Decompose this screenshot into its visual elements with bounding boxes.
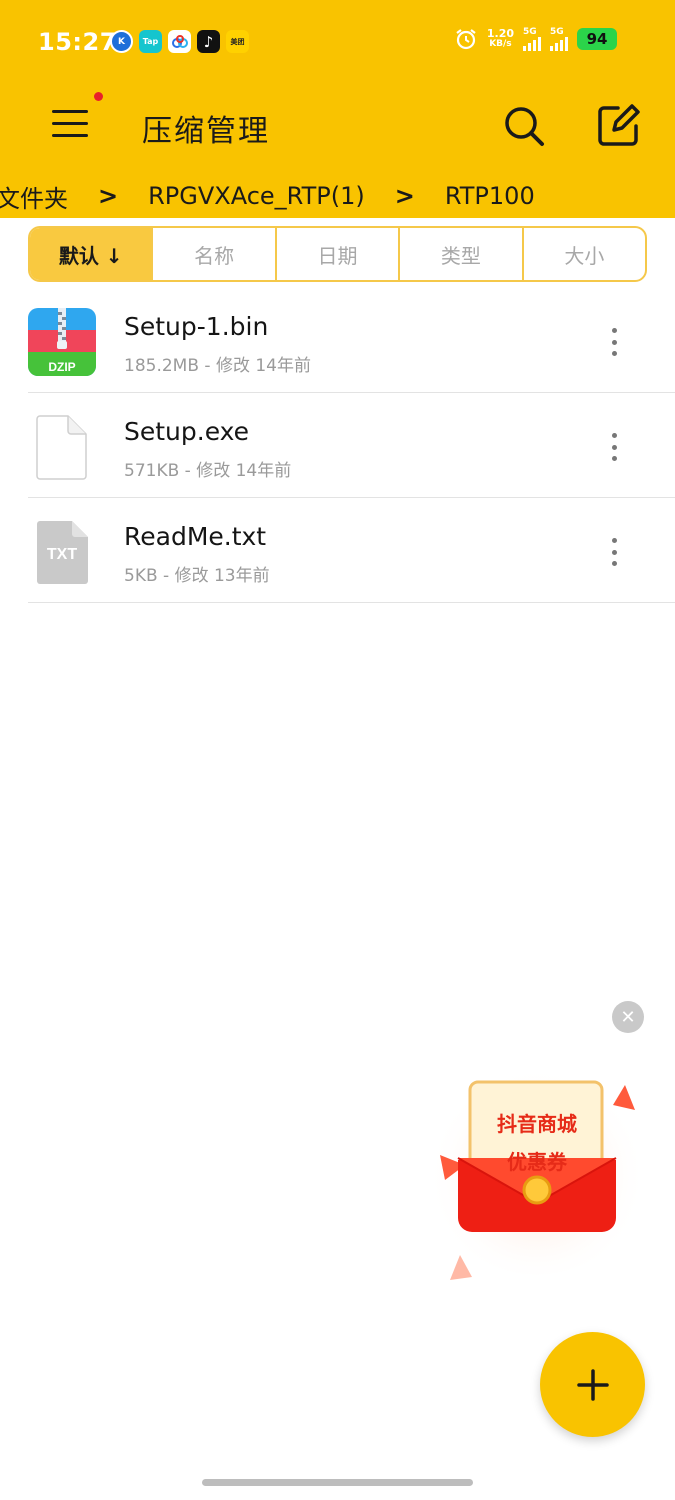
taptap-icon: Tap <box>139 30 162 53</box>
close-icon[interactable]: ✕ <box>612 1001 644 1033</box>
file-meta: 5KB - 修改 13年前 <box>124 566 270 586</box>
notification-dot <box>94 92 103 101</box>
file-meta: 185.2MB - 修改 14年前 <box>124 356 311 376</box>
file-name: ReadMe.txt <box>124 522 267 551</box>
search-button[interactable] <box>500 102 548 150</box>
file-name: Setup.exe <box>124 417 250 446</box>
list-item[interactable]: TXT ReadMe.txt 5KB - 修改 13年前 <box>28 498 675 603</box>
alarm-clock-icon <box>456 29 476 50</box>
file-meta: 571KB - 修改 14年前 <box>124 461 292 481</box>
k-app-label: K <box>118 36 125 47</box>
list-item[interactable]: Setup.exe 571KB - 修改 14年前 <box>28 393 675 498</box>
promo-line1: 抖音商城 <box>497 1112 577 1136</box>
dzip-archive-icon: DZIP <box>28 308 96 376</box>
tiktok-icon: ♪ <box>197 30 220 53</box>
signal-label: 5G <box>523 26 537 37</box>
signal-label-2: 5G <box>550 26 564 37</box>
breadcrumb-item-folder[interactable]: 文件夹 <box>0 179 68 214</box>
signal-strength-icon: 5G <box>523 26 541 51</box>
status-time: 15:27 <box>38 28 117 56</box>
status-indicators: 1.20 KB/s 5G 5G 94 <box>454 27 617 51</box>
more-options-button[interactable] <box>603 538 625 566</box>
sort-tab-date[interactable]: 日期 <box>274 228 398 280</box>
baidu-netdisk-icon <box>168 30 191 53</box>
txt-file-icon: TXT <box>37 521 88 584</box>
dzip-label: DZIP <box>48 360 75 374</box>
edit-button[interactable] <box>594 102 642 150</box>
chevron-right-icon: > <box>98 182 119 210</box>
promo-line2: 优惠券 <box>507 1150 567 1174</box>
file-list: DZIP Setup-1.bin 185.2MB - 修改 14年前 Setup… <box>0 288 675 603</box>
app-header: 15:27 K Tap ♪ 美团 1.20 KB/s 5G 5G 94 压缩管理… <box>0 0 675 218</box>
sort-tab-default[interactable]: 默认 ↓ <box>30 228 152 280</box>
blank-file-icon <box>36 415 87 480</box>
home-indicator[interactable] <box>202 1479 473 1486</box>
sort-tab-name[interactable]: 名称 <box>151 228 274 280</box>
txt-label: TXT <box>47 546 77 563</box>
meituan-label: 美团 <box>230 37 245 46</box>
breadcrumb-item-rtp100[interactable]: RTP100 <box>445 182 535 210</box>
plus-icon <box>576 1368 609 1401</box>
k-app-icon: K <box>110 30 133 53</box>
page-title: 压缩管理 <box>142 114 270 149</box>
add-button[interactable] <box>540 1332 645 1437</box>
signal-strength-icon-2: 5G <box>550 26 568 51</box>
file-name: Setup-1.bin <box>124 312 269 341</box>
promo-coupon-banner[interactable]: 抖音商城 优惠券 <box>420 1050 650 1280</box>
taptap-label: Tap <box>142 37 159 46</box>
status-bar: 15:27 K Tap ♪ 美团 1.20 KB/s 5G 5G 94 <box>0 0 675 84</box>
network-speed-value: 1.20 <box>486 27 514 40</box>
list-item[interactable]: DZIP Setup-1.bin 185.2MB - 修改 14年前 <box>28 288 675 393</box>
breadcrumb-item-rpgvxace[interactable]: RPGVXAce_RTP(1) <box>148 182 365 210</box>
sort-tabs: 默认 ↓ 名称 日期 类型 大小 <box>28 226 647 282</box>
notification-app-icons: K Tap ♪ 美团 <box>110 30 249 53</box>
menu-button[interactable] <box>50 92 103 142</box>
edit-icon <box>598 104 640 146</box>
more-options-button[interactable] <box>603 328 625 356</box>
search-icon <box>505 107 544 146</box>
chevron-right-icon: > <box>394 182 415 210</box>
network-speed-unit: KB/s <box>489 39 512 49</box>
battery-indicator: 94 <box>577 28 617 50</box>
meituan-icon: 美团 <box>226 30 249 53</box>
sort-tab-type[interactable]: 类型 <box>398 228 521 280</box>
more-options-button[interactable] <box>603 433 625 461</box>
breadcrumb: 文件夹 > RPGVXAce_RTP(1) > RTP100 <box>0 176 675 216</box>
network-speed: 1.20 KB/s <box>487 28 514 50</box>
sort-tab-size[interactable]: 大小 <box>521 228 645 280</box>
